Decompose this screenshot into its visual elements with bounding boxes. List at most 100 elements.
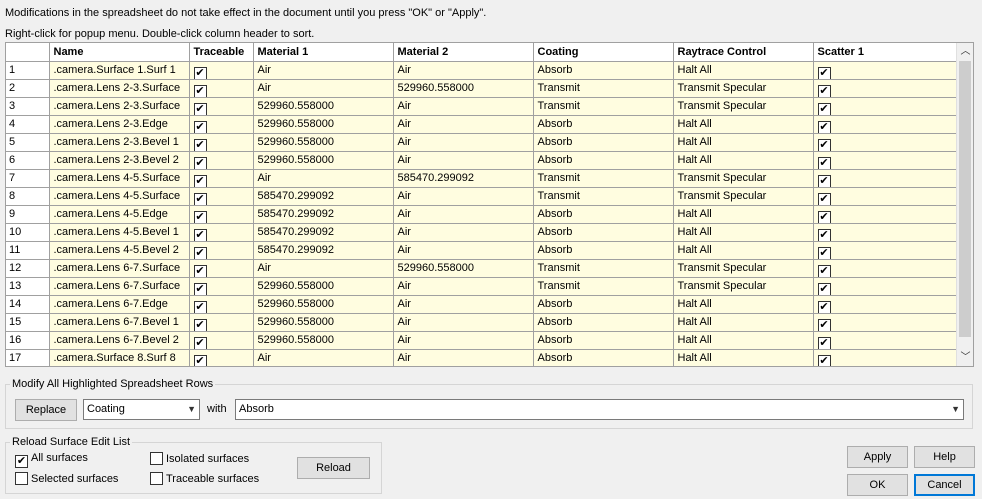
table-row[interactable]: 12 .camera.Lens 6-7.Surface ✔ Air 529960.558… (6, 258, 958, 278)
table-row[interactable]: 13 .camera.Lens 6-7.Surface ✔ 529960.558000… (6, 276, 958, 296)
check-icon[interactable]: ✔ (817, 228, 831, 240)
scatter-cell[interactable]: ✔ (812, 258, 958, 278)
cell-m1[interactable]: 529960.558000 (252, 294, 394, 314)
cell-coating[interactable]: Absorb (532, 132, 674, 152)
table-row[interactable]: 11 .camera.Lens 4-5.Bevel 2 ✔ 585470.299092… (6, 240, 958, 260)
column-header[interactable]: Material 2 (392, 43, 534, 62)
cell-m2[interactable]: Air (392, 60, 534, 80)
column-header[interactable]: Traceable (188, 43, 254, 62)
cell-coating[interactable]: Absorb (532, 240, 674, 260)
cell-m1[interactable]: 585470.299092 (252, 222, 394, 242)
cell-name[interactable]: .camera.Lens 4-5.Surface (48, 186, 190, 206)
traceable-cell[interactable]: ✔ (188, 78, 254, 98)
row-number[interactable]: 17 (6, 348, 50, 366)
cell-rc[interactable]: Transmit Specular (672, 96, 814, 116)
cell-name[interactable]: .camera.Lens 6-7.Bevel 2 (48, 330, 190, 350)
cell-name[interactable]: .camera.Lens 6-7.Bevel 1 (48, 312, 190, 332)
cell-name[interactable]: .camera.Lens 6-7.Surface (48, 276, 190, 296)
check-icon[interactable]: ✔ (193, 66, 207, 78)
check-icon[interactable]: ✔ (817, 246, 831, 258)
traceable-cell[interactable]: ✔ (188, 294, 254, 314)
check-icon[interactable]: ✔ (817, 102, 831, 114)
scrollbar-thumb[interactable] (959, 61, 971, 337)
cell-name[interactable]: .camera.Lens 4-5.Bevel 2 (48, 240, 190, 260)
cell-m2[interactable]: Air (392, 150, 534, 170)
traceable-cell[interactable]: ✔ (188, 186, 254, 206)
cell-rc[interactable]: Halt All (672, 132, 814, 152)
cell-coating[interactable]: Absorb (532, 330, 674, 350)
cell-name[interactable]: .camera.Lens 4-5.Edge (48, 204, 190, 224)
scatter-cell[interactable]: ✔ (812, 150, 958, 170)
table-row[interactable]: 3 .camera.Lens 2-3.Surface ✔ 529960.558000 A… (6, 96, 958, 116)
row-number[interactable]: 8 (6, 186, 50, 206)
column-header[interactable]: Coating (532, 43, 674, 62)
table-row[interactable]: 14 .camera.Lens 6-7.Edge ✔ 529960.558000 Air… (6, 294, 958, 314)
traceable-cell[interactable]: ✔ (188, 60, 254, 80)
cell-rc[interactable]: Halt All (672, 204, 814, 224)
cell-coating[interactable]: Transmit (532, 258, 674, 278)
cell-rc[interactable]: Halt All (672, 240, 814, 260)
cell-coating[interactable]: Absorb (532, 60, 674, 80)
scatter-cell[interactable]: ✔ (812, 330, 958, 350)
check-icon[interactable]: ✔ (817, 354, 831, 366)
row-number[interactable]: 16 (6, 330, 50, 350)
check-icon[interactable]: ✔ (193, 336, 207, 348)
row-number[interactable]: 6 (6, 150, 50, 170)
row-number[interactable]: 10 (6, 222, 50, 242)
traceable-cell[interactable]: ✔ (188, 114, 254, 134)
check-icon[interactable]: ✔ (193, 120, 207, 132)
column-header[interactable]: Name (48, 43, 190, 62)
apply-button[interactable]: Apply (847, 446, 908, 468)
cell-m1[interactable]: 529960.558000 (252, 276, 394, 296)
scatter-cell[interactable]: ✔ (812, 132, 958, 152)
row-number[interactable]: 11 (6, 240, 50, 260)
cell-rc[interactable]: Halt All (672, 222, 814, 242)
cell-m2[interactable]: Air (392, 330, 534, 350)
cell-rc[interactable]: Halt All (672, 312, 814, 332)
cell-m1[interactable]: Air (252, 348, 394, 366)
row-number[interactable]: 3 (6, 96, 50, 116)
cell-name[interactable]: .camera.Lens 2-3.Surface (48, 96, 190, 116)
cell-m1[interactable]: Air (252, 78, 394, 98)
row-number[interactable]: 5 (6, 132, 50, 152)
check-icon[interactable]: ✔ (817, 174, 831, 186)
traceable-cell[interactable]: ✔ (188, 348, 254, 366)
cell-coating[interactable]: Transmit (532, 168, 674, 188)
table-row[interactable]: 2 .camera.Lens 2-3.Surface ✔ Air 529960.5580… (6, 78, 958, 98)
cell-name[interactable]: .camera.Lens 2-3.Edge (48, 114, 190, 134)
row-number[interactable]: 12 (6, 258, 50, 278)
cell-m2[interactable]: Air (392, 186, 534, 206)
cell-m1[interactable]: 529960.558000 (252, 96, 394, 116)
cell-m1[interactable]: 529960.558000 (252, 114, 394, 134)
check-icon[interactable]: ✔ (817, 336, 831, 348)
table-row[interactable]: 4 .camera.Lens 2-3.Edge ✔ 529960.558000 Air A… (6, 114, 958, 134)
traceable-cell[interactable]: ✔ (188, 96, 254, 116)
check-icon[interactable]: ✔ (817, 156, 831, 168)
vertical-scrollbar[interactable]: ︿ ﹀ (956, 43, 973, 366)
traceable-cell[interactable]: ✔ (188, 132, 254, 152)
scatter-cell[interactable]: ✔ (812, 294, 958, 314)
traceable-surfaces-checkbox[interactable]: Traceable surfaces (150, 472, 259, 485)
check-icon[interactable]: ✔ (193, 210, 207, 222)
check-icon[interactable]: ✔ (817, 264, 831, 276)
row-number[interactable]: 7 (6, 168, 50, 188)
check-icon[interactable]: ✔ (817, 192, 831, 204)
cell-m1[interactable]: 529960.558000 (252, 132, 394, 152)
scatter-cell[interactable]: ✔ (812, 204, 958, 224)
help-button[interactable]: Help (914, 446, 975, 468)
check-icon[interactable]: ✔ (193, 354, 207, 366)
row-number[interactable]: 13 (6, 276, 50, 296)
chevron-down-icon[interactable]: ﹀ (957, 349, 973, 366)
check-icon[interactable]: ✔ (817, 84, 831, 96)
cell-m2[interactable]: Air (392, 204, 534, 224)
cell-m2[interactable]: 529960.558000 (392, 258, 534, 278)
row-number[interactable]: 15 (6, 312, 50, 332)
cell-name[interactable]: .camera.Lens 6-7.Edge (48, 294, 190, 314)
traceable-cell[interactable]: ✔ (188, 276, 254, 296)
cell-coating[interactable]: Absorb (532, 348, 674, 366)
traceable-cell[interactable]: ✔ (188, 258, 254, 278)
reload-button[interactable]: Reload (297, 457, 370, 479)
row-number[interactable]: 4 (6, 114, 50, 134)
check-icon[interactable]: ✔ (193, 264, 207, 276)
cell-m1[interactable]: Air (252, 60, 394, 80)
